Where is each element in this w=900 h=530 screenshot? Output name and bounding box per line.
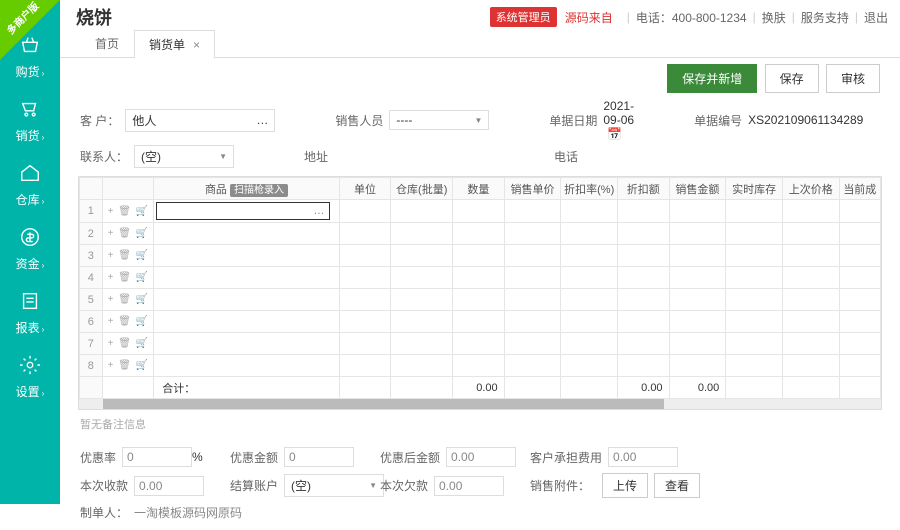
sidebar: 购货›销货›仓库›资金›报表›设置›	[0, 0, 60, 504]
doc-no: XS202109061134289	[748, 113, 863, 127]
calendar-icon[interactable]: 📅	[607, 127, 622, 141]
source-link[interactable]: 源码来自	[565, 9, 613, 26]
delete-icon: 🗑	[118, 272, 131, 283]
add-icon: +	[108, 206, 114, 217]
sidebar-item-cart[interactable]: 销货›	[0, 88, 60, 152]
support-link[interactable]: 服务支持	[801, 9, 849, 26]
contact-select[interactable]: (空)▼	[134, 145, 234, 168]
table-row[interactable]: 4+ 🗑 🛒	[80, 267, 881, 289]
phone-label: 电话	[554, 148, 578, 165]
audit-button[interactable]: 审核	[826, 64, 880, 93]
table-row[interactable]: 5+ 🗑 🛒	[80, 289, 881, 311]
cart-icon: 🛒	[136, 250, 148, 261]
cart-icon	[0, 98, 60, 123]
role-badge: 系统管理员	[490, 7, 557, 27]
sidebar-item-house[interactable]: 仓库›	[0, 152, 60, 216]
salesperson-label: 销售人员	[335, 112, 383, 129]
cart-icon: 🛒	[136, 316, 148, 327]
topbar: 烧饼 系统管理员 源码来自 | 电话：400-800-1234 | 换肤 | 服…	[60, 0, 900, 30]
add-icon: +	[108, 250, 114, 261]
row-ops[interactable]: + 🗑 🛒	[102, 267, 154, 289]
items-grid: 商品 扫描枪录入 单位 仓库(批量) 数量 销售单价 折扣率(%) 折扣额 销售…	[78, 176, 882, 410]
upload-button[interactable]: 上传	[602, 473, 648, 498]
customer-select[interactable]: 他人…	[125, 109, 275, 132]
row-ops[interactable]: + 🗑 🛒	[102, 333, 154, 355]
row-ops[interactable]: + 🗑 🛒	[102, 200, 154, 223]
delete-icon: 🗑	[118, 338, 131, 349]
page-title: 烧饼	[76, 4, 112, 30]
table-row[interactable]: 1+ 🗑 🛒…	[80, 200, 881, 223]
row-ops[interactable]: + 🗑 🛒	[102, 245, 154, 267]
add-icon: +	[108, 360, 114, 371]
tabs: 首页 销货单×	[60, 30, 900, 58]
contact-label: 联系人：	[80, 148, 128, 165]
add-icon: +	[108, 228, 114, 239]
save-button[interactable]: 保存	[765, 64, 819, 93]
tab-home[interactable]: 首页	[80, 29, 134, 57]
doc-no-label: 单据编号	[694, 112, 742, 129]
memo-placeholder[interactable]: 暂无备注信息	[80, 416, 880, 432]
delete-icon: 🗑	[118, 250, 131, 261]
cart-icon: 🛒	[136, 228, 148, 239]
button-bar: 保存并新增 保存 审核	[60, 58, 900, 97]
horizontal-scrollbar[interactable]	[79, 399, 881, 409]
table-row[interactable]: 7+ 🗑 🛒	[80, 333, 881, 355]
row-ops[interactable]: + 🗑 🛒	[102, 355, 154, 377]
date-label: 单据日期	[549, 112, 597, 129]
cart-icon: 🛒	[136, 360, 148, 371]
customer-cost-input[interactable]: 0.00	[608, 447, 678, 467]
report-icon	[0, 290, 60, 315]
delete-icon: 🗑	[118, 294, 131, 305]
cart-icon: 🛒	[136, 272, 148, 283]
dollar-icon	[0, 226, 60, 251]
table-row[interactable]: 6+ 🗑 🛒	[80, 311, 881, 333]
delete-icon: 🗑	[118, 206, 131, 217]
delete-icon: 🗑	[118, 316, 131, 327]
delete-icon: 🗑	[118, 360, 131, 371]
save-and-new-button[interactable]: 保存并新增	[667, 64, 757, 93]
sidebar-item-gear[interactable]: 设置›	[0, 344, 60, 408]
close-icon[interactable]: ×	[193, 38, 200, 52]
delete-icon: 🗑	[118, 228, 131, 239]
scan-tag[interactable]: 扫描枪录入	[230, 184, 288, 197]
sidebar-item-dollar[interactable]: 资金›	[0, 216, 60, 280]
cart-icon: 🛒	[136, 206, 148, 217]
add-icon: +	[108, 338, 114, 349]
discount-rate-input[interactable]: 0	[122, 447, 192, 467]
corner-badge: 多商户版	[0, 0, 60, 60]
row-ops[interactable]: + 🗑 🛒	[102, 311, 154, 333]
add-icon: +	[108, 294, 114, 305]
debt: 0.00	[434, 476, 504, 496]
logout-link[interactable]: 退出	[864, 9, 888, 26]
row-ops[interactable]: + 🗑 🛒	[102, 223, 154, 245]
tab-sales-order[interactable]: 销货单×	[134, 30, 215, 58]
table-row[interactable]: 3+ 🗑 🛒	[80, 245, 881, 267]
add-icon: +	[108, 316, 114, 327]
table-row[interactable]: 8+ 🗑 🛒	[80, 355, 881, 377]
maker: 一淘模板源码网原码	[134, 504, 242, 521]
after-discount: 0.00	[446, 447, 516, 467]
sidebar-item-report[interactable]: 报表›	[0, 280, 60, 344]
address-label: 地址	[304, 148, 328, 165]
house-icon	[0, 162, 60, 187]
row-ops[interactable]: + 🗑 🛒	[102, 289, 154, 311]
table-row[interactable]: 2+ 🗑 🛒	[80, 223, 881, 245]
product-input[interactable]: …	[156, 202, 329, 220]
discount-amount-input[interactable]: 0	[284, 447, 354, 467]
gear-icon	[0, 354, 60, 379]
salesperson-select[interactable]: ----▼	[389, 110, 489, 130]
cart-icon: 🛒	[136, 338, 148, 349]
settle-account-select[interactable]: (空)▼	[284, 474, 384, 497]
tel-label: 电话：400-800-1234	[636, 9, 747, 26]
customer-label: 客 户：	[80, 112, 119, 129]
skin-link[interactable]: 换肤	[762, 9, 786, 26]
date-input[interactable]: 2021-09-06📅	[603, 99, 634, 141]
cart-icon: 🛒	[136, 294, 148, 305]
this-payment-input[interactable]: 0.00	[134, 476, 204, 496]
view-button[interactable]: 查看	[654, 473, 700, 498]
add-icon: +	[108, 272, 114, 283]
